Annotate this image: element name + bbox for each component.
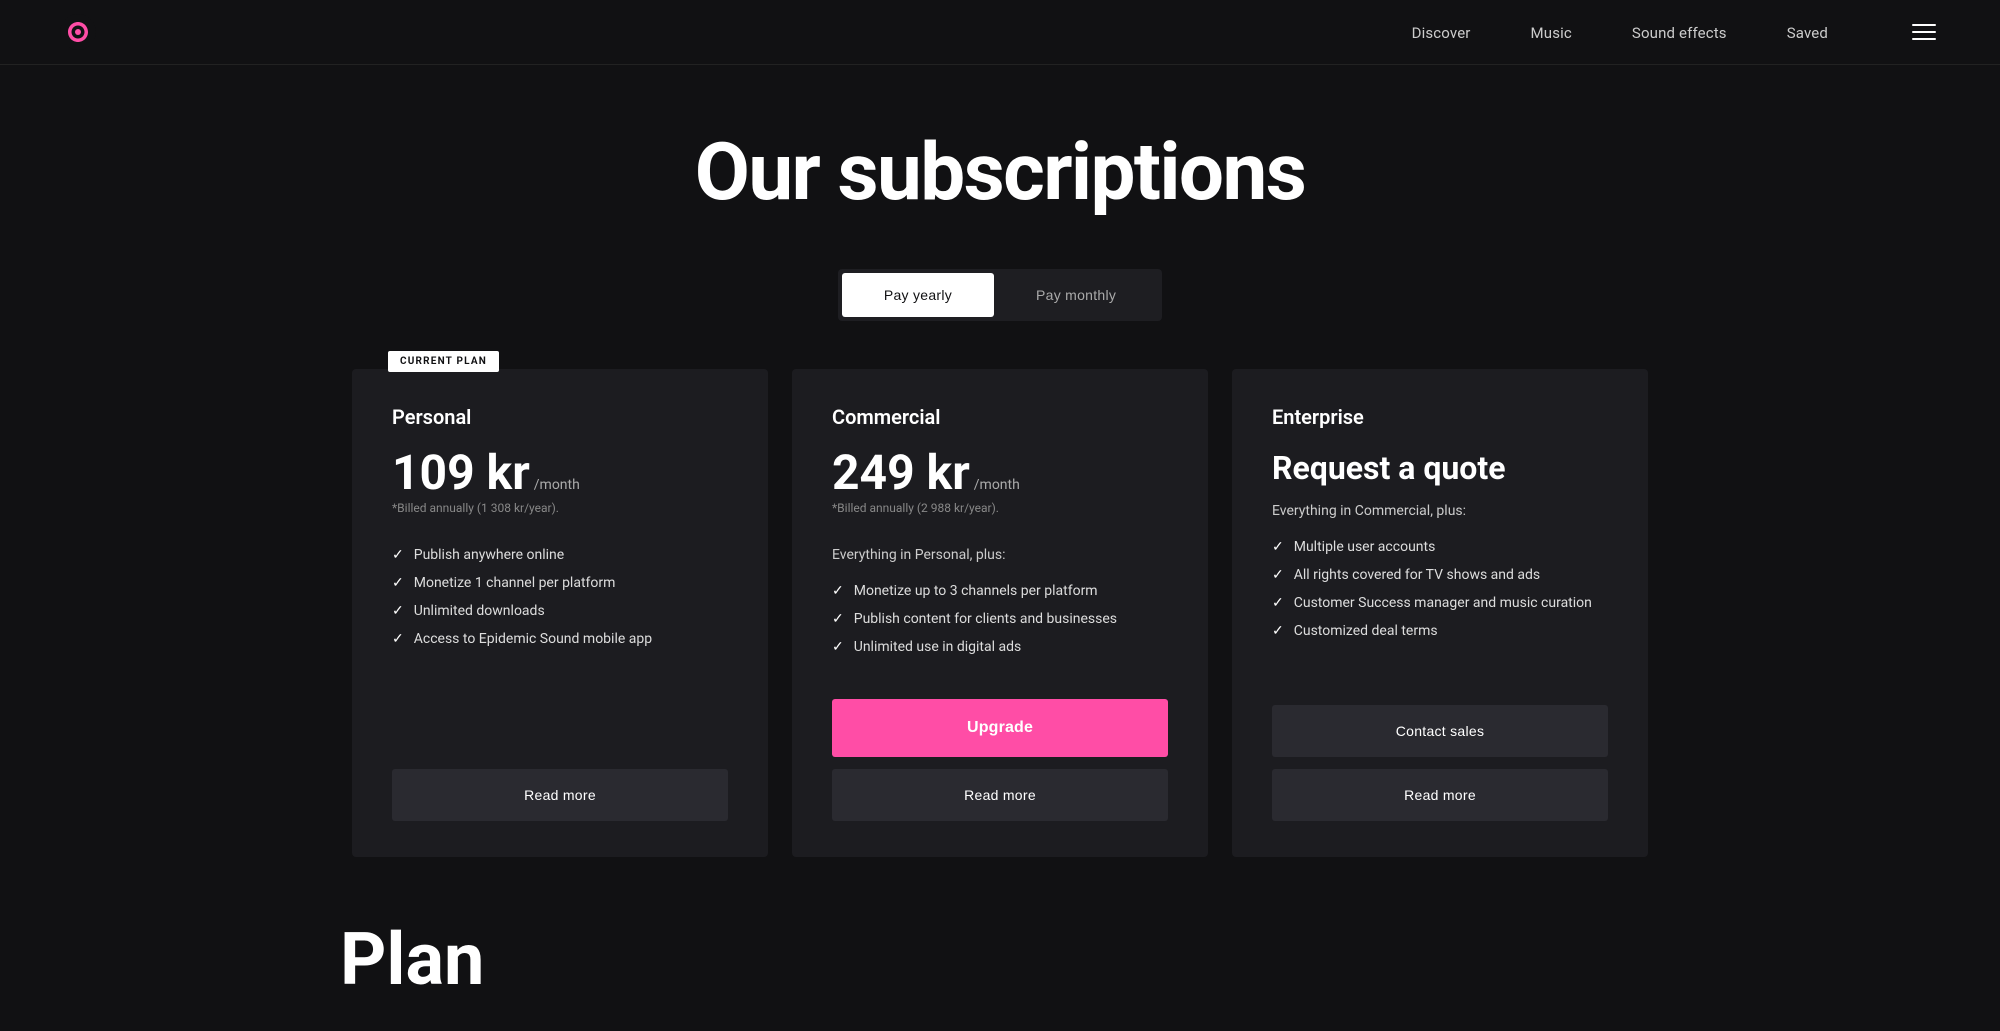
plan-price-amount-commercial: 249 kr [832,449,970,497]
check-icon: ✓ [1272,567,1284,583]
feature-item: ✓ Monetize 1 channel per platform [392,575,728,591]
check-icon: ✓ [392,575,404,591]
plan-features-personal: ✓ Publish anywhere online ✓ Monetize 1 c… [392,547,728,737]
check-icon: ✓ [832,639,844,655]
feature-item: ✓ Multiple user accounts [1272,539,1608,555]
feature-item: ✓ Unlimited use in digital ads [832,639,1168,655]
check-icon: ✓ [1272,595,1284,611]
check-icon: ✓ [1272,623,1284,639]
plan-name-enterprise: Enterprise [1272,405,1608,429]
check-icon: ✓ [392,547,404,563]
plan-features-intro-enterprise: Everything in Commercial, plus: [1272,503,1608,519]
plan-price-commercial: 249 kr /month [832,449,1168,497]
plan-price-note-personal: *Billed annually (1 308 kr/year). [392,501,728,515]
check-icon: ✓ [1272,539,1284,555]
plan-price-period-personal: /month [534,477,580,493]
feature-item: ✓ All rights covered for TV shows and ad… [1272,567,1608,583]
feature-item: ✓ Customized deal terms [1272,623,1608,639]
check-icon: ✓ [392,631,404,647]
feature-item: ✓ Customer Success manager and music cur… [1272,595,1608,611]
pay-yearly-button[interactable]: Pay yearly [842,273,994,317]
contact-sales-button-enterprise[interactable]: Contact sales [1272,705,1608,757]
check-icon: ✓ [392,603,404,619]
plan-card-commercial: Commercial 249 kr /month *Billed annuall… [792,369,1208,857]
bottom-section: Plan [280,857,1720,1002]
nav-music[interactable]: Music [1531,24,1572,42]
feature-item: ✓ Publish anywhere online [392,547,728,563]
pay-monthly-button[interactable]: Pay monthly [994,273,1158,317]
nav-saved[interactable]: Saved [1787,24,1828,42]
check-icon: ✓ [832,583,844,599]
billing-toggle-group: Pay yearly Pay monthly [838,269,1162,321]
plan-price-period-commercial: /month [974,477,1020,493]
read-more-button-personal[interactable]: Read more [392,769,728,821]
plan-name-personal: Personal [392,405,728,429]
feature-item: ✓ Monetize up to 3 channels per platform [832,583,1168,599]
plan-features-enterprise: ✓ Multiple user accounts ✓ All rights co… [1272,539,1608,673]
nav-discover[interactable]: Discover [1412,24,1471,42]
hero-section: Our subscriptions [0,65,2000,269]
bottom-title: Plan [340,917,1660,1002]
navigation: Discover Music Sound effects Saved [0,0,2000,65]
plan-quote-enterprise: Request a quote [1272,449,1608,487]
plans-grid: CURRENT PLAN Personal 109 kr /month *Bil… [280,369,1720,857]
plan-features-commercial: ✓ Monetize up to 3 channels per platform… [832,583,1168,667]
read-more-button-enterprise[interactable]: Read more [1272,769,1608,821]
plan-price-personal: 109 kr /month [392,449,728,497]
plan-card-enterprise: Enterprise Request a quote Everything in… [1232,369,1648,857]
plan-name-commercial: Commercial [832,405,1168,429]
hamburger-line [1912,31,1936,33]
feature-item: ✓ Unlimited downloads [392,603,728,619]
nav-sound-effects[interactable]: Sound effects [1632,24,1727,42]
logo[interactable] [60,14,96,50]
current-plan-badge: CURRENT PLAN [388,351,499,372]
hamburger-line [1912,24,1936,26]
check-icon: ✓ [832,611,844,627]
page-title: Our subscriptions [0,125,2000,219]
billing-toggle-container: Pay yearly Pay monthly [0,269,2000,321]
plan-features-intro-commercial: Everything in Personal, plus: [832,547,1168,563]
plan-card-personal: CURRENT PLAN Personal 109 kr /month *Bil… [352,369,768,857]
hamburger-line [1912,38,1936,40]
feature-item: ✓ Access to Epidemic Sound mobile app [392,631,728,647]
read-more-button-commercial[interactable]: Read more [832,769,1168,821]
upgrade-button-commercial[interactable]: Upgrade [832,699,1168,757]
hamburger-menu-button[interactable] [1908,20,1940,44]
nav-links: Discover Music Sound effects Saved [1412,23,1828,42]
plan-price-amount-personal: 109 kr [392,449,530,497]
plan-price-note-commercial: *Billed annually (2 988 kr/year). [832,501,1168,515]
feature-item: ✓ Publish content for clients and busine… [832,611,1168,627]
